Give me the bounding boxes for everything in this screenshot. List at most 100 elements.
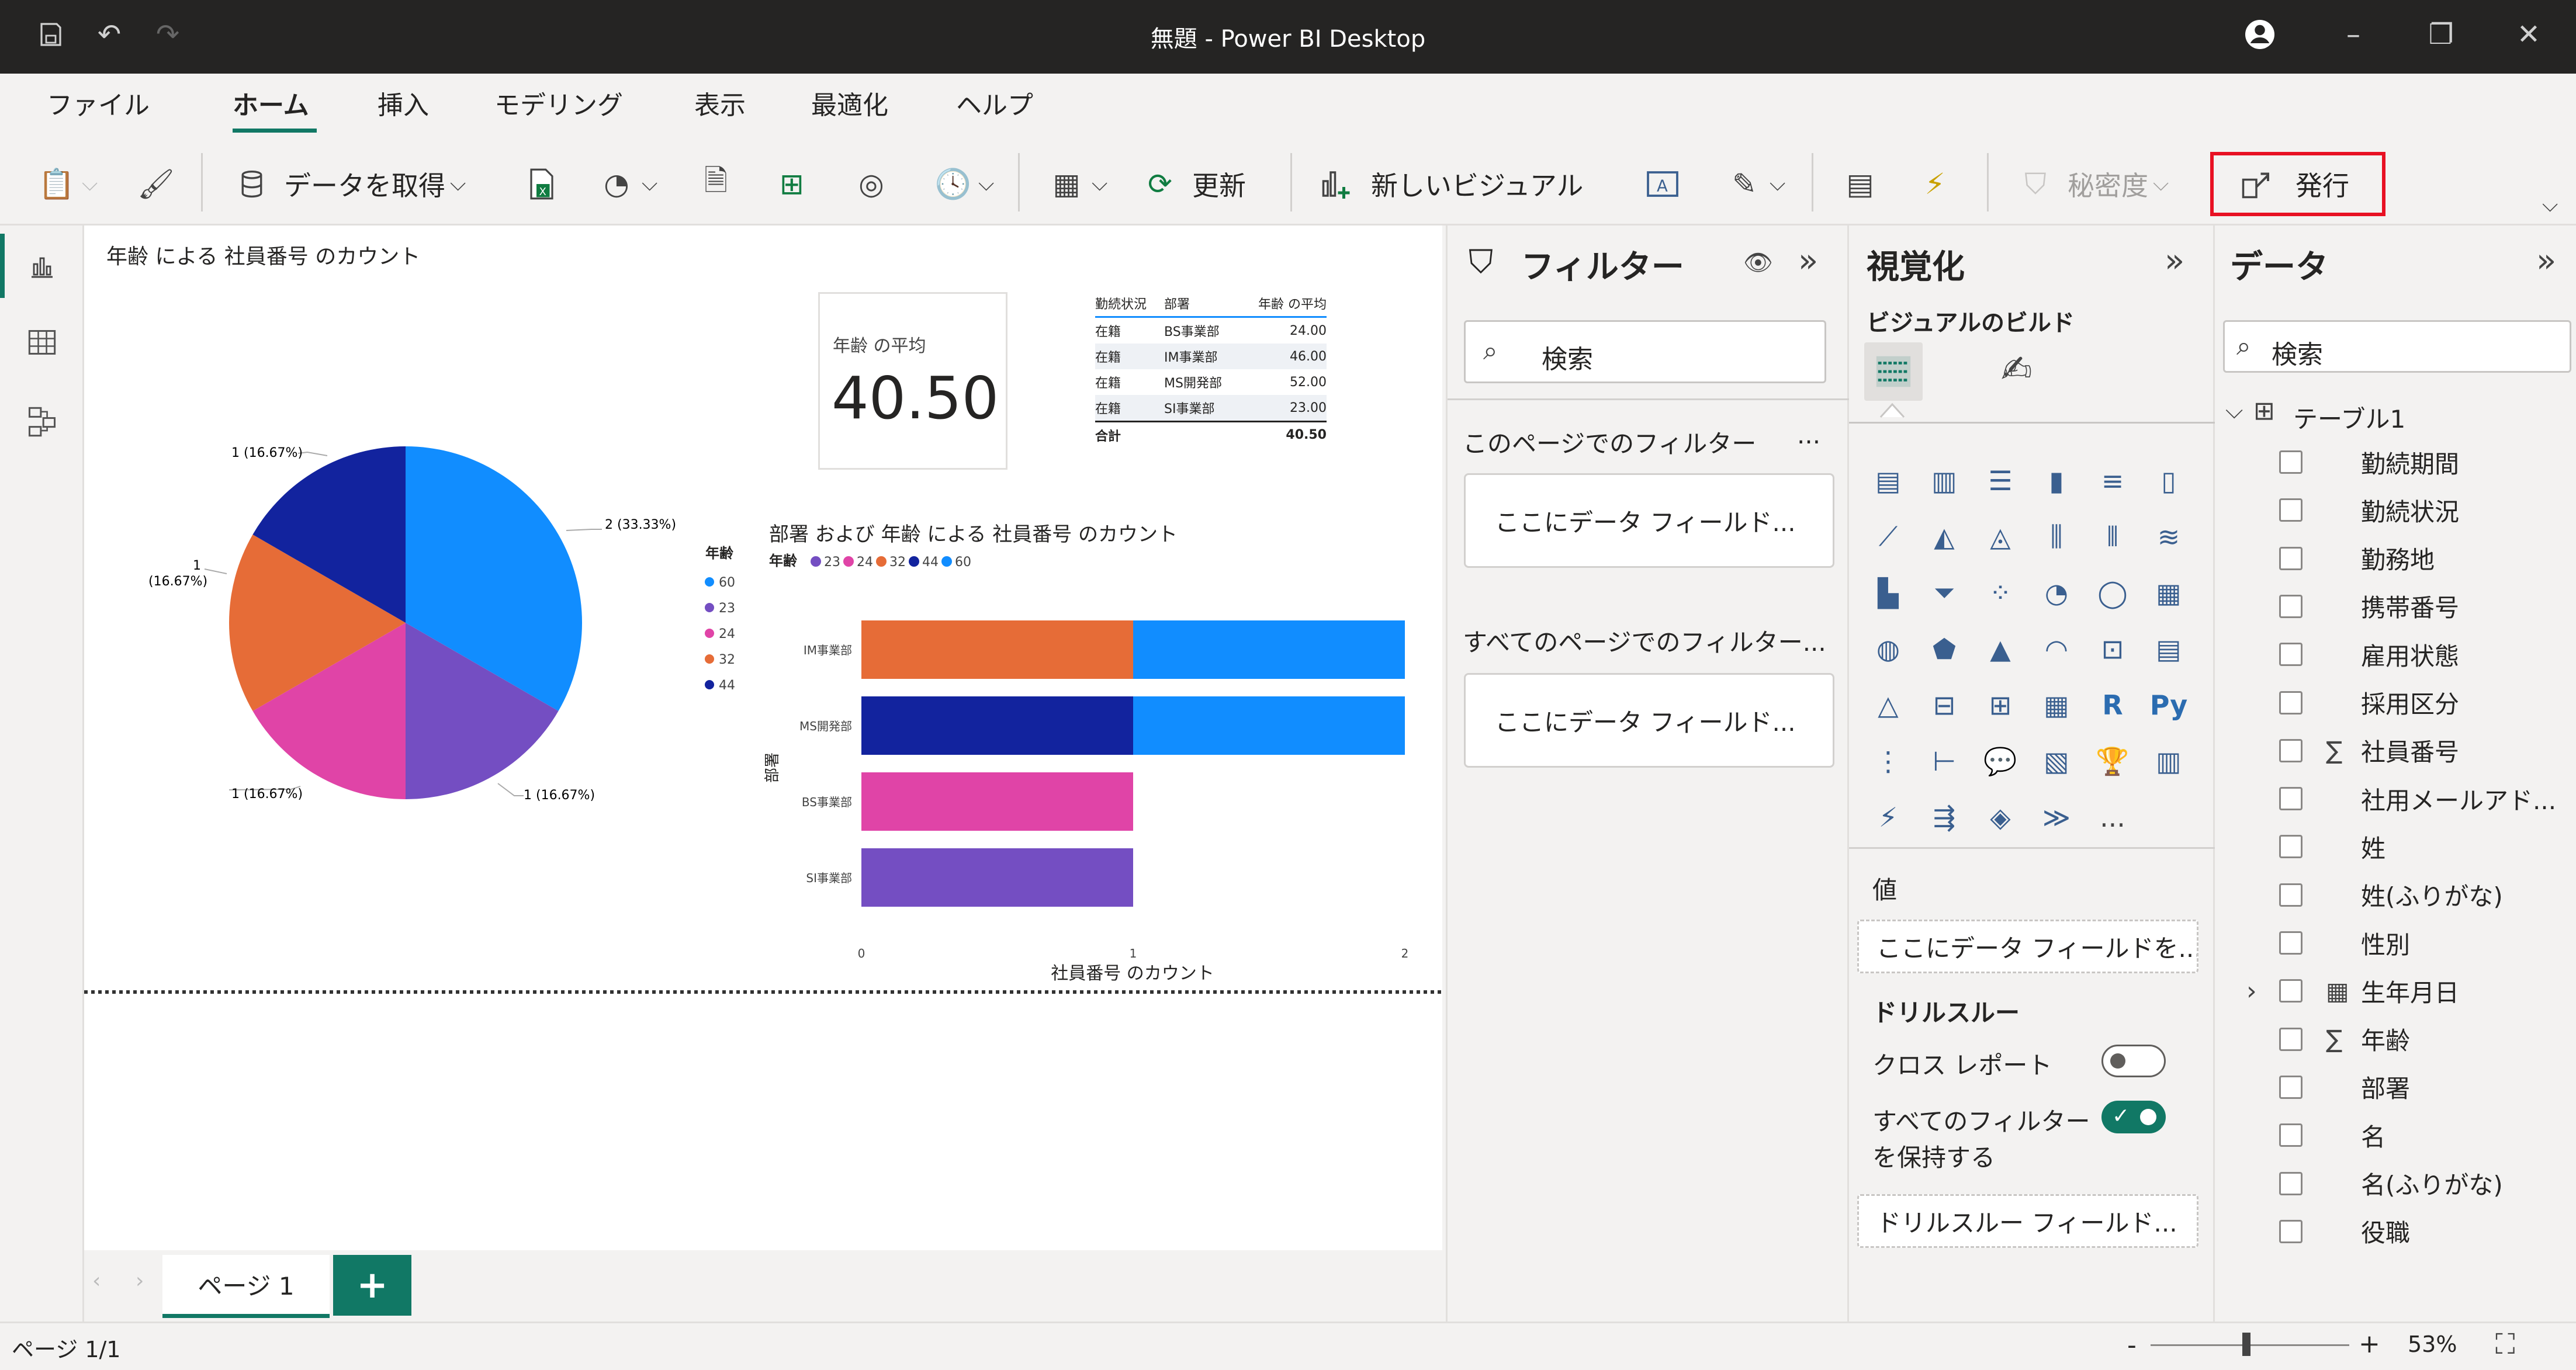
sensitivity-button[interactable]: ⛉ 秘密度 ⌵	[2015, 158, 2169, 210]
field-item[interactable]: 名(ふりがな)	[2279, 1160, 2503, 1208]
next-page-icon[interactable]: ›	[136, 1269, 144, 1293]
field-checkbox[interactable]	[2279, 691, 2303, 715]
recent-sources-button[interactable]: 🕓 ⌵	[933, 158, 994, 210]
tab-optimize[interactable]: 最適化	[811, 84, 888, 122]
expand-table-icon[interactable]: ⌵	[2225, 397, 2243, 424]
field-item[interactable]: ▦ 生年月日 ›	[2246, 967, 2459, 1015]
tab-help[interactable]: ヘルプ	[956, 84, 1033, 122]
transform-data-button[interactable]: ▦ ⌵	[1046, 158, 1107, 210]
new-visual-button[interactable]: 新しいビジュアル	[1316, 158, 1583, 210]
bar-segment[interactable]	[1133, 696, 1405, 755]
tab-view[interactable]: 表示	[694, 84, 746, 122]
field-item[interactable]: 勤務地	[2279, 535, 2435, 582]
text-box-button[interactable]: A	[1642, 158, 1683, 210]
add-page-button[interactable]: +	[333, 1255, 411, 1316]
field-checkbox[interactable]	[2279, 643, 2303, 667]
field-checkbox[interactable]	[2279, 835, 2303, 859]
excel-button[interactable]: X	[521, 158, 562, 210]
field-checkbox[interactable]	[2279, 1027, 2303, 1051]
more-visuals-button[interactable]: ✎ ⌵	[1724, 158, 1785, 210]
field-checkbox[interactable]	[2279, 738, 2303, 762]
column-100-icon[interactable]: ▯	[2148, 460, 2189, 501]
table-name[interactable]: テーブル1	[2293, 400, 2405, 435]
field-item[interactable]: 勤続状況	[2279, 486, 2459, 534]
funnel-icon[interactable]: ⏷	[1924, 573, 1965, 613]
field-checkbox[interactable]	[2279, 1219, 2303, 1243]
format-visual-icon[interactable]: ✍	[2001, 348, 2033, 391]
bar-chart[interactable]: IM事業部 MS開発部 BS事業部 SI事業部 0 1 2	[799, 620, 1408, 960]
account-icon[interactable]	[2239, 14, 2280, 55]
matrix-icon[interactable]: ▦	[2036, 685, 2077, 726]
report-view-icon[interactable]	[18, 242, 67, 291]
drillthrough-drop-zone[interactable]: ドリルスルー フィールド...	[1857, 1194, 2198, 1248]
line-clustered-icon[interactable]: ⫴	[2092, 516, 2133, 557]
field-checkbox[interactable]	[2279, 787, 2303, 811]
bar-segment[interactable]	[861, 848, 1133, 907]
sql-button[interactable]: 🗎	[695, 158, 736, 210]
multi-row-card-icon[interactable]: ▤	[2148, 629, 2189, 670]
bar-segment[interactable]	[861, 772, 1133, 831]
field-checkbox[interactable]	[2279, 1123, 2303, 1147]
field-checkbox[interactable]	[2279, 931, 2303, 955]
field-item[interactable]: 雇用状態	[2279, 630, 2459, 678]
dataverse-button[interactable]: ◎	[851, 158, 892, 210]
azure-map-icon[interactable]: ▲	[1980, 629, 2021, 670]
field-item[interactable]: 社用メールアド...	[2279, 775, 2556, 823]
zoom-slider-thumb[interactable]	[2242, 1333, 2250, 1356]
field-checkbox[interactable]	[2279, 594, 2303, 618]
build-visual-tab[interactable]	[1864, 342, 1923, 401]
minimize-icon[interactable]: –	[2333, 14, 2374, 55]
field-checkbox[interactable]	[2279, 450, 2303, 474]
expand-field-icon[interactable]: ›	[2246, 976, 2257, 1006]
field-item[interactable]: 採用区分	[2279, 679, 2459, 727]
filled-map-icon[interactable]: ⬟	[1924, 629, 1965, 670]
card-visual[interactable]: 年齢 の平均 40.50	[818, 292, 1007, 470]
page-tab-1[interactable]: ページ 1	[162, 1255, 330, 1318]
get-data-button[interactable]: データを取得 ⌵	[231, 158, 466, 210]
kpi-icon[interactable]: △	[1868, 685, 1909, 726]
power-automate-icon[interactable]: ⇶	[1924, 797, 1965, 838]
restore-icon[interactable]: ❐	[2421, 14, 2461, 55]
field-item[interactable]: ∑ 社員番号	[2279, 727, 2459, 775]
table-icon[interactable]: ⊞	[1980, 685, 2021, 726]
chevron-icon[interactable]: ≫	[2036, 797, 2077, 838]
table-view-icon[interactable]	[18, 318, 67, 367]
stacked-bar-icon[interactable]: ▤	[1868, 460, 1909, 501]
field-item[interactable]: 姓	[2279, 823, 2385, 870]
area-chart-icon[interactable]: ◭	[1924, 516, 1965, 557]
field-checkbox[interactable]	[2279, 498, 2303, 522]
ribbon-chart-icon[interactable]: ≋	[2148, 516, 2189, 557]
python-visual-icon[interactable]: Py	[2148, 685, 2189, 726]
collapse-data-icon[interactable]: »	[2536, 242, 2556, 280]
field-checkbox[interactable]	[2279, 883, 2303, 907]
narrative-icon[interactable]: ▧	[2036, 741, 2077, 782]
waterfall-icon[interactable]: ▙	[1868, 573, 1909, 613]
field-checkbox[interactable]	[2279, 1075, 2303, 1099]
field-item[interactable]: ∑ 年齢	[2279, 1015, 2410, 1063]
clustered-column-icon[interactable]: ▮	[2036, 460, 2077, 501]
stacked-column-icon[interactable]: ▥	[1924, 460, 1965, 501]
key-influencers-icon[interactable]: ⋮	[1868, 741, 1909, 782]
field-checkbox[interactable]	[2279, 979, 2303, 1003]
map-icon[interactable]: ◍	[1868, 629, 1909, 670]
undo-icon[interactable]: ↶	[89, 14, 130, 55]
onelake-button[interactable]: ◔ ⌵	[596, 158, 657, 210]
collapse-viz-icon[interactable]: »	[2165, 242, 2184, 280]
all-pages-filter-drop-zone[interactable]: ここにデータ フィールド...	[1464, 673, 1834, 768]
pie-chart[interactable]	[229, 446, 582, 799]
field-item[interactable]: 部署	[2279, 1063, 2410, 1111]
donut-icon[interactable]: ◯	[2092, 573, 2133, 613]
fit-to-page-icon[interactable]: ⛶	[2495, 1328, 2515, 1361]
field-item[interactable]: 名	[2279, 1111, 2385, 1159]
tab-home[interactable]: ホーム	[233, 84, 309, 122]
field-item[interactable]: 役職	[2279, 1208, 2410, 1255]
power-apps-icon[interactable]: ⚡	[1868, 797, 1909, 838]
eye-icon[interactable]: 👁	[1743, 249, 1773, 276]
new-measure-button[interactable]: ▤	[1840, 158, 1881, 210]
model-view-icon[interactable]	[18, 397, 67, 446]
page-filters-more[interactable]: ...	[1797, 421, 1820, 449]
close-icon[interactable]: ✕	[2508, 14, 2549, 55]
bar-100-icon[interactable]: ≡	[2092, 460, 2133, 501]
field-checkbox[interactable]	[2279, 546, 2303, 570]
paginated-icon[interactable]: ▥	[2148, 741, 2189, 782]
